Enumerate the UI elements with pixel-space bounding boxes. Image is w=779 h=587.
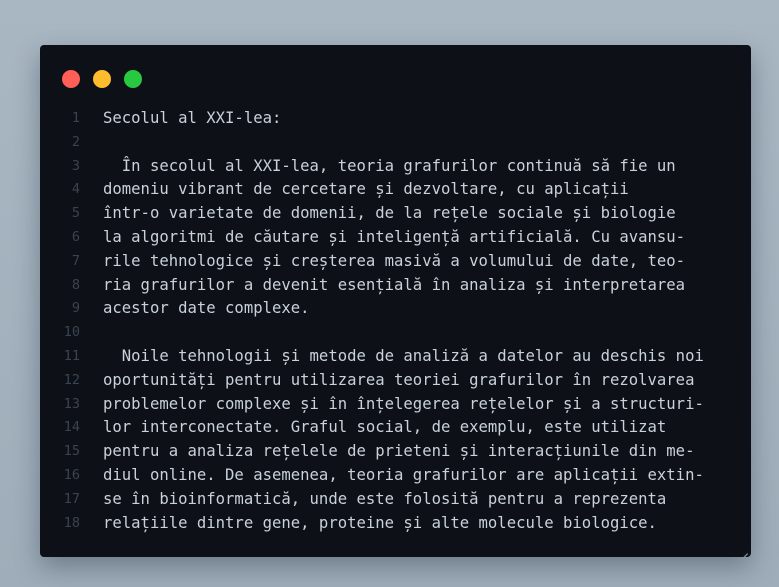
- line-number: 3: [71, 157, 80, 174]
- line-text: pentru a analiza rețelele de prieteni și…: [103, 442, 695, 461]
- line-text: diul online. De asemenea, teoria grafuri…: [103, 465, 704, 484]
- line-number: 4: [71, 181, 80, 198]
- line-text: relațiile dintre gene, proteine și alte …: [103, 513, 657, 532]
- code-line: 5 într-o varietate de domenii, de la rețe…: [40, 202, 751, 226]
- line-number: 14: [63, 419, 80, 436]
- line-number: 18: [63, 514, 80, 531]
- line-number: 2: [71, 133, 80, 150]
- line-text: se în bioinformatică, unde este folosită…: [103, 489, 667, 508]
- code-line: 18 relațiile dintre gene, proteine și alt…: [40, 512, 751, 536]
- code-line: 1 Secolul al XXI-lea:: [40, 107, 751, 131]
- code-line: 6 la algoritmi de căutare și inteligență …: [40, 226, 751, 250]
- line-number: 13: [63, 395, 80, 412]
- line-number: 8: [71, 276, 80, 293]
- line-text: rile tehnologice și creșterea masivă a v…: [103, 251, 686, 270]
- code-line: 9 acestor date complexe.: [40, 297, 751, 321]
- maximize-button[interactable]: [124, 70, 142, 88]
- code-line: 10: [40, 321, 751, 345]
- line-text: la algoritmi de căutare și inteligență a…: [103, 227, 686, 246]
- line-number: 5: [71, 205, 80, 222]
- line-number: 11: [63, 347, 80, 364]
- line-text: În secolul al XXI-lea, teoria grafurilor…: [103, 156, 676, 175]
- line-text: lor interconectate. Graful social, de ex…: [103, 418, 667, 437]
- line-text: ria grafurilor a devenit esențială în an…: [103, 275, 686, 294]
- line-number: 7: [71, 252, 80, 269]
- code-line: 8 ria grafurilor a devenit esențială în a…: [40, 274, 751, 298]
- code-line: 2: [40, 131, 751, 155]
- code-window: 1 Secolul al XXI-lea: 2 3 În secolul al XXI…: [40, 45, 751, 557]
- code-line: 11 Noile tehnologii și metode de analiză…: [40, 345, 751, 369]
- code-line: 12 oportunități pentru utilizarea teoriei…: [40, 369, 751, 393]
- close-button[interactable]: [62, 70, 80, 88]
- code-line: 13 problemelor complexe și în înțelegerea…: [40, 393, 751, 417]
- line-number: 9: [71, 300, 80, 317]
- code-line: 4 domeniu vibrant de cercetare și dezvolt…: [40, 178, 751, 202]
- line-text: Noile tehnologii și metode de analiză a …: [103, 346, 704, 365]
- line-number: 16: [63, 466, 80, 483]
- code-line: 14 lor interconectate. Graful social, de …: [40, 416, 751, 440]
- line-text: domeniu vibrant de cercetare și dezvolta…: [103, 180, 629, 199]
- line-text: problemelor complexe și în înțelegerea r…: [103, 394, 704, 413]
- line-text: într-o varietate de domenii, de la rețel…: [103, 204, 676, 223]
- resize-handle-icon[interactable]: [740, 546, 748, 554]
- line-number: 6: [71, 228, 80, 245]
- code-line: 17 se în bioinformatică, unde este folosi…: [40, 488, 751, 512]
- line-number: 12: [63, 371, 80, 388]
- code-line: 7 rile tehnologice și creșterea masivă a …: [40, 250, 751, 274]
- line-text: Secolul al XXI-lea:: [103, 109, 282, 127]
- line-text: oportunități pentru utilizarea teoriei g…: [103, 370, 695, 389]
- line-number: 1: [71, 110, 80, 126]
- line-number: 17: [63, 490, 80, 507]
- line-number: 15: [63, 443, 80, 460]
- code-line: 15 pentru a analiza rețelele de prieteni …: [40, 440, 751, 464]
- code-line: 16 diul online. De asemenea, teoria grafu…: [40, 464, 751, 488]
- minimize-button[interactable]: [93, 70, 111, 88]
- line-text: acestor date complexe.: [103, 299, 310, 318]
- code-editor[interactable]: 1 Secolul al XXI-lea: 2 3 În secolul al XXI…: [40, 107, 751, 535]
- code-line: 3 În secolul al XXI-lea, teoria grafuril…: [40, 155, 751, 179]
- line-number: 10: [63, 324, 80, 341]
- window-controls: [62, 70, 155, 88]
